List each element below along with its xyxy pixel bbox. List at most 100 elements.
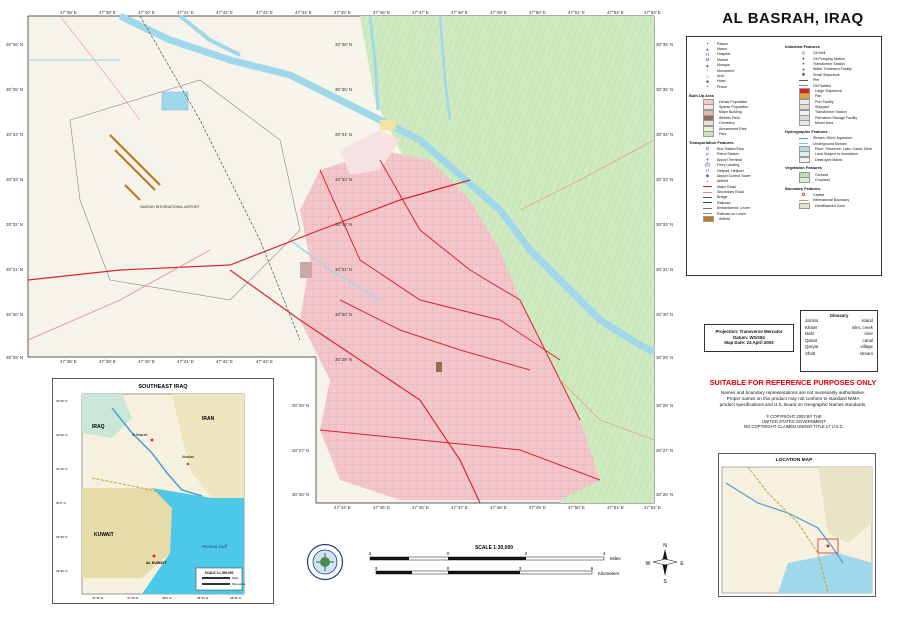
legend-label: Port Facility [815, 99, 834, 104]
legend-symbol-icon: B [705, 146, 709, 152]
legend-label: Bus Station/Stop [717, 146, 744, 151]
lon-tick: 47°46' E [373, 10, 390, 15]
legend-label: Oil Well [813, 51, 826, 56]
inset-label-abadan: Abadan [182, 455, 194, 459]
legend-item: Demilitarized Zone [785, 202, 877, 209]
legend-label: Helipad; Heliport [717, 168, 744, 173]
projection-line: Projection: Transverse Mercator [715, 329, 783, 334]
glossary: Glossary Jazirat island Khawr inlet, creek… [800, 310, 878, 372]
north-arrow-icon: N S W E [646, 543, 685, 584]
legend-label: Secondary Road [717, 190, 744, 195]
airport-label: BASRAH INTERNATIONAL AIRPORT [140, 205, 200, 209]
inset-lon-tick: 48°15' E [197, 596, 208, 600]
legend-line-icon [799, 143, 808, 145]
scale-km-tick: 6 [591, 566, 594, 571]
disclaimer-line: product specifications and U.S. Board on… [719, 402, 867, 407]
legend-label: Major Road [717, 184, 736, 189]
legend-symbol-icon: + [706, 178, 709, 184]
legend-label: Athletic Field [719, 115, 740, 120]
reservoir [161, 91, 189, 111]
legend-line-icon [703, 186, 712, 188]
projection-box: Projection: Transverse Mercator Datum: W… [704, 324, 794, 352]
lon-tick: 47°45' E [373, 505, 390, 510]
lat-tick: 30°32' N [6, 222, 24, 227]
lat-tick: 30°30' N [335, 312, 353, 317]
legend-item: ▪ Prison [689, 84, 781, 89]
lon-tick: 47°41' E [177, 359, 194, 364]
lon-tick: 47°43' E [256, 10, 273, 15]
scale-km-tick: 3 [375, 566, 378, 571]
legend-label: Capital [813, 192, 825, 197]
inset-label-kuwayt: AL KUWAYT [146, 561, 168, 565]
inset-title: SOUTHEAST IRAQ [138, 384, 188, 390]
legend-line-icon [703, 207, 712, 209]
inset-label-iran: IRAN [202, 416, 215, 422]
legend-swatch [703, 216, 714, 223]
legend-label: Cropland [815, 178, 830, 182]
lat-tick: 30°28' N [656, 403, 674, 408]
lat-tick: 30°31' N [335, 267, 353, 272]
legend-symbol-icon: ✪ [801, 191, 806, 197]
lat-tick: 30°35' N [335, 87, 353, 92]
lat-tick: 30°36' N [6, 42, 24, 47]
legend-symbol-icon: i [707, 68, 708, 74]
legend-section-heading: Built-Up Area [689, 92, 714, 98]
lat-tick: 30°36' N [656, 42, 674, 47]
legend-label: Airport Control Tower [717, 173, 751, 178]
inset-lat-tick: 30°45' N [56, 399, 67, 403]
legend-label: River; Reservoir; Lake; Canal; Ditch [815, 146, 873, 151]
compass-n: N [663, 543, 667, 549]
scale-label: SCALE 1:30,000 [475, 545, 513, 551]
lat-tick: 30°32' N [656, 222, 674, 227]
lat-tick: 30°35' N [656, 87, 674, 92]
location-map-title: LOCATION MAP [775, 458, 813, 463]
scale-miles-unit: Miles [610, 556, 621, 561]
legend-label: Small Shipwreck [813, 72, 840, 77]
legend-line-icon [703, 202, 712, 204]
lon-tick: 47°52' E [607, 10, 624, 15]
legend-line-icon [799, 199, 808, 201]
legend-section-heading: Hydrographic Features [785, 128, 828, 134]
glossary-row: Shatt stream [801, 351, 877, 358]
lon-tick: 47°38' E [60, 10, 77, 15]
legend-label: Destroyed Marsh [815, 157, 843, 162]
scale-segment [370, 557, 409, 560]
legend-label: Railroad [717, 200, 731, 205]
legend-line-icon [703, 196, 712, 198]
scale-miles-tick: 2 [369, 551, 372, 556]
scale-km-tick: 3 [519, 566, 522, 571]
legend-label: International Boundary [813, 198, 850, 203]
lon-tick: 47°51' E [568, 10, 585, 15]
inset-map[interactable]: SOUTHEAST IRAQ IRAQ IRAN KUWAIT Persian … [52, 378, 274, 604]
scale-miles-tick: 4 [603, 551, 606, 556]
legend-label: Sparse Population [719, 105, 749, 110]
location-map[interactable] [718, 453, 876, 597]
inset-lat-tick: 30°30' N [56, 433, 67, 437]
lon-tick: 47°44' E [295, 10, 312, 15]
legend-label: Manor [717, 47, 728, 52]
legend-label: Shipyard [815, 105, 830, 110]
lat-tick: 30°34' N [335, 132, 353, 137]
inset-lon-tick: 48°0' E [162, 596, 172, 600]
legend-symbol-icon: ∩ [705, 73, 710, 79]
legend-line-icon [703, 213, 712, 215]
legend-item: Cropland [785, 177, 877, 184]
inset-lon-tick: 48°30' E [230, 596, 241, 600]
lon-tick: 47°47' E [412, 10, 429, 15]
legend-item: Mined Area [785, 120, 877, 127]
lat-tick: 30°31' N [6, 267, 24, 272]
lon-tick: 47°44' E [334, 505, 351, 510]
legend-label: Market [717, 57, 728, 62]
scale-miles-tick: 2 [525, 551, 528, 556]
inset-label-kuwait: KUWAIT [94, 532, 114, 538]
athletic-field [436, 362, 442, 372]
lon-tick: 47°39' E [99, 10, 116, 15]
lat-tick: 30°36' N [335, 42, 353, 47]
inset-label-iraq: IRAQ [92, 424, 105, 430]
copyright: © COPYRIGHT 2003 BY THE UNITED STATES GO… [716, 414, 872, 429]
inset-abadan-icon [186, 462, 190, 466]
lat-tick: 30°34' N [656, 132, 674, 137]
scale-bar: SCALE 1:30,000 2 0 2 4 Miles 3 0 3 6 Kil… [369, 545, 622, 576]
lat-tick: 30°33' N [335, 177, 353, 182]
legend-label: Arch [717, 74, 725, 79]
